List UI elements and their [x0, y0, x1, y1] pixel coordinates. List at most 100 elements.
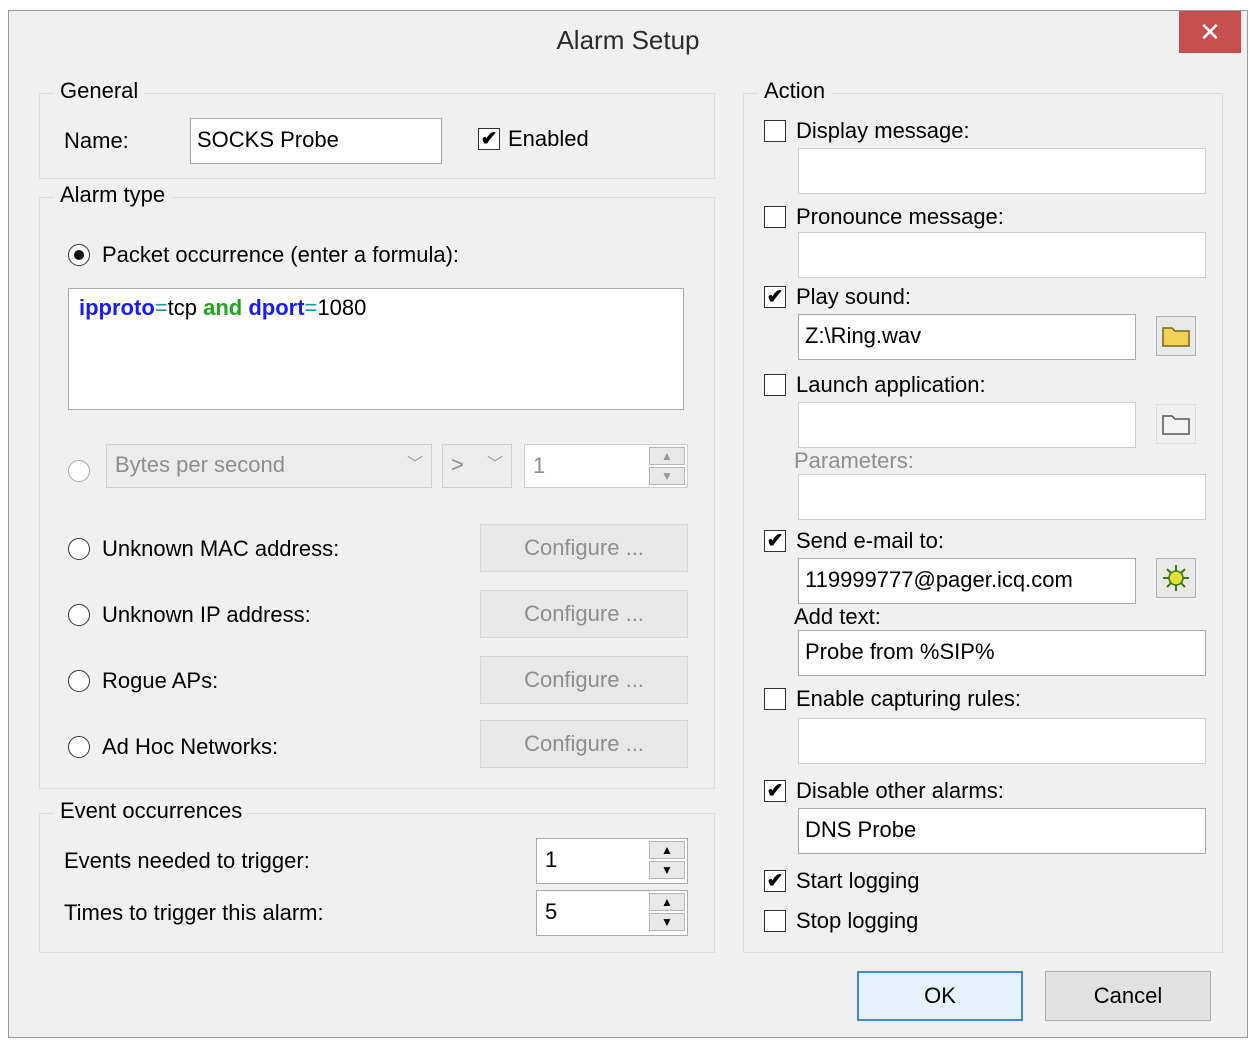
disable-alarms-field[interactable]: DNS Probe	[798, 808, 1206, 854]
launch-application-label: Launch application:	[796, 372, 986, 397]
title-bar[interactable]: Alarm Setup ✕	[9, 11, 1247, 73]
general-group-title: General	[54, 78, 145, 104]
chevron-down-icon: ﹀	[486, 456, 503, 473]
spin-down-icon[interactable]: ▼	[649, 913, 685, 931]
enabled-label: Enabled	[508, 126, 589, 151]
disable-alarms-checkbox[interactable]: ✔	[764, 780, 786, 802]
unknown-ip-label: Unknown IP address:	[102, 602, 311, 627]
alarm-type-group-title: Alarm type	[54, 182, 172, 208]
spin-down-icon[interactable]: ▼	[649, 861, 685, 879]
play-sound-checkbox[interactable]: ✔	[764, 286, 786, 308]
rogue-aps-radio[interactable]	[68, 670, 90, 692]
stop-logging-checkbox[interactable]	[764, 910, 786, 932]
email-settings-button[interactable]	[1156, 558, 1196, 598]
spin-up-icon[interactable]: ▲	[649, 893, 685, 911]
ok-button[interactable]: OK	[857, 971, 1023, 1021]
threshold-value: 1	[533, 453, 546, 478]
adhoc-networks-label: Ad Hoc Networks:	[102, 734, 279, 759]
configure-adhoc-button[interactable]: Configure ...	[480, 720, 688, 768]
gear-icon	[1163, 565, 1189, 591]
pronounce-message-field[interactable]	[798, 232, 1206, 278]
send-email-field[interactable]: 119999777@pager.icq.com	[798, 558, 1136, 604]
metric-combo-value: Bytes per second	[115, 452, 285, 477]
browse-sound-button[interactable]	[1156, 316, 1196, 356]
formula-keyword-ipproto: ipproto	[79, 295, 155, 320]
chevron-down-icon: ﹀	[406, 456, 423, 473]
adhoc-networks-radio[interactable]	[68, 736, 90, 758]
alarm-setup-dialog: Alarm Setup ✕ General Name: SOCKS Probe …	[8, 10, 1248, 1038]
add-text-field[interactable]: Probe from %SIP%	[798, 630, 1206, 676]
disable-alarms-label: Disable other alarms:	[796, 778, 1004, 803]
formula-value-1080: 1080	[317, 295, 367, 320]
operator-combo-value: >	[451, 452, 464, 477]
alarm-type-group: Alarm type Packet occurrence (enter a fo…	[39, 182, 715, 789]
launch-application-field[interactable]	[798, 402, 1136, 448]
unknown-mac-radio[interactable]	[68, 538, 90, 560]
pronounce-message-checkbox[interactable]	[764, 206, 786, 228]
configure-rogue-aps-button[interactable]: Configure ...	[480, 656, 688, 704]
formula-operator: =	[154, 295, 168, 320]
capturing-rules-checkbox[interactable]	[764, 688, 786, 710]
capturing-rules-label: Enable capturing rules:	[796, 686, 1022, 711]
parameters-label: Parameters:	[794, 448, 914, 473]
formula-operator: =	[304, 295, 318, 320]
enabled-checkbox[interactable]: ✔	[478, 128, 500, 150]
browse-application-button[interactable]	[1156, 404, 1196, 444]
rogue-aps-label: Rogue APs:	[102, 668, 219, 693]
cancel-button[interactable]: Cancel	[1045, 971, 1211, 1021]
event-occurrences-group-title: Event occurrences	[54, 798, 249, 824]
action-group: Action Display message: Pronounce messag…	[743, 78, 1223, 953]
unknown-ip-radio[interactable]	[68, 604, 90, 626]
start-logging-label: Start logging	[796, 868, 920, 893]
bytes-per-second-radio[interactable]	[68, 460, 90, 482]
folder-icon	[1162, 327, 1190, 347]
start-logging-checkbox[interactable]: ✔	[764, 870, 786, 892]
events-needed-arrows: ▲ ▼	[649, 841, 685, 881]
add-text-label: Add text:	[794, 604, 881, 629]
action-group-title: Action	[758, 78, 832, 104]
close-button[interactable]: ✕	[1179, 11, 1241, 53]
play-sound-label: Play sound:	[796, 284, 911, 309]
events-needed-value: 1	[545, 847, 558, 872]
configure-mac-button[interactable]: Configure ...	[480, 524, 688, 572]
play-sound-field[interactable]: Z:\Ring.wav	[798, 314, 1136, 360]
general-group: General Name: SOCKS Probe ✔ Enabled	[39, 78, 715, 179]
name-label: Name:	[64, 128, 129, 153]
configure-ip-button[interactable]: Configure ...	[480, 590, 688, 638]
spin-up-icon[interactable]: ▲	[649, 841, 685, 859]
radio-selected-dot	[74, 250, 84, 260]
formula-keyword-dport: dport	[248, 295, 305, 320]
unknown-mac-label: Unknown MAC address:	[102, 536, 340, 561]
events-needed-label: Events needed to trigger:	[64, 848, 310, 873]
packet-occurrence-label: Packet occurrence (enter a formula):	[102, 242, 460, 267]
stop-logging-label: Stop logging	[796, 908, 919, 933]
dialog-title: Alarm Setup	[556, 25, 700, 55]
formula-editor[interactable]: ipproto=tcp and dport=1080	[68, 288, 684, 410]
packet-occurrence-radio[interactable]	[68, 244, 90, 266]
times-to-trigger-stepper[interactable]: 5 ▲ ▼	[536, 890, 688, 936]
event-occurrences-group: Event occurrences Events needed to trigg…	[39, 798, 715, 953]
operator-combo[interactable]: > ﹀	[442, 444, 512, 488]
send-email-label: Send e-mail to:	[796, 528, 944, 553]
spin-up-icon[interactable]: ▲	[649, 447, 685, 465]
events-needed-stepper[interactable]: 1 ▲ ▼	[536, 838, 688, 884]
launch-application-checkbox[interactable]	[764, 374, 786, 396]
times-to-trigger-value: 5	[545, 899, 558, 924]
folder-icon	[1162, 415, 1190, 435]
send-email-checkbox[interactable]: ✔	[764, 530, 786, 552]
spin-down-icon[interactable]: ▼	[649, 467, 685, 485]
display-message-field[interactable]	[798, 148, 1206, 194]
times-to-trigger-arrows: ▲ ▼	[649, 893, 685, 933]
name-field[interactable]: SOCKS Probe	[190, 118, 442, 164]
formula-value-tcp: tcp	[167, 295, 197, 320]
display-message-checkbox[interactable]	[764, 120, 786, 142]
formula-and: and	[196, 295, 249, 320]
parameters-field[interactable]	[798, 474, 1206, 520]
threshold-stepper[interactable]: 1 ▲ ▼	[524, 444, 688, 488]
threshold-stepper-arrows: ▲ ▼	[649, 447, 685, 485]
pronounce-message-label: Pronounce message:	[796, 204, 1004, 229]
capturing-rules-field[interactable]	[798, 718, 1206, 764]
times-to-trigger-label: Times to trigger this alarm:	[64, 900, 324, 925]
display-message-label: Display message:	[796, 118, 970, 143]
metric-combo[interactable]: Bytes per second ﹀	[106, 444, 432, 488]
